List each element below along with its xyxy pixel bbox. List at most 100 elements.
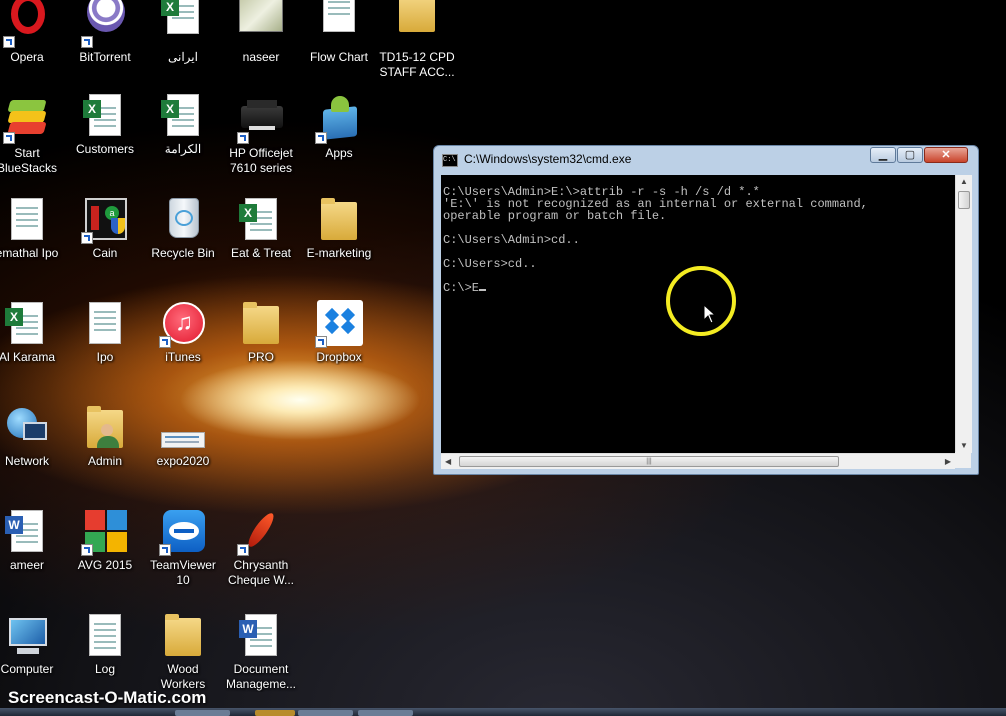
icon-label: Flow Chart: [309, 50, 368, 64]
desktop-icon-hp-officejet[interactable]: HP Officejet 7610 series: [222, 96, 300, 176]
desktop-background: Opera Start BlueStacks emathal Ipo X Al …: [0, 0, 1006, 716]
desktop-icon-eat-treat[interactable]: X Eat & Treat: [222, 196, 300, 261]
desktop-icon-admin[interactable]: Admin: [66, 404, 144, 469]
text-cursor: [479, 289, 487, 291]
document-icon: [3, 196, 51, 244]
scroll-right-arrow-icon[interactable]: ▶: [945, 457, 951, 467]
icon-label: emathal Ipo: [0, 246, 59, 260]
taskbar-item[interactable]: [175, 710, 230, 716]
icon-label: Apps: [325, 146, 353, 160]
close-button[interactable]: ✕: [924, 147, 968, 163]
click-highlight-ring: [666, 266, 736, 336]
desktop-icon-expo2020[interactable]: expo2020: [144, 404, 222, 469]
desktop-icon-irani[interactable]: X ايرانی: [144, 0, 222, 65]
opera-icon: [3, 0, 51, 48]
desktop-icon-cain[interactable]: a Cain: [66, 196, 144, 261]
desktop-icon-avg[interactable]: AVG 2015: [66, 508, 144, 573]
icon-label: Cain: [92, 246, 118, 260]
cmd-titlebar[interactable]: C:\ C:\Windows\system32\cmd.exe ▁ ▢ ✕: [434, 146, 978, 172]
teamviewer-icon: [159, 508, 207, 556]
icon-label: Ipo: [96, 350, 114, 364]
icon-label: TD15-12 CPD STAFF ACC...: [379, 50, 455, 79]
word-file-icon: W: [3, 508, 51, 556]
document-icon: [81, 300, 129, 348]
icon-label: Admin: [87, 454, 122, 468]
folder-icon: [237, 300, 285, 348]
scroll-down-arrow-icon[interactable]: ▼: [960, 441, 968, 451]
taskbar-item[interactable]: [358, 710, 413, 716]
desktop-icon-alkarama[interactable]: X الكرامة: [144, 92, 222, 157]
scroll-up-arrow-icon[interactable]: ▲: [960, 177, 968, 187]
vertical-scrollbar[interactable]: ▲ ▼: [955, 175, 972, 453]
excel-file-icon: X: [3, 300, 51, 348]
icon-label: Opera: [10, 50, 44, 64]
icon-label: Dropbox: [316, 350, 362, 364]
console-line: C:\Users\Admin>cd..: [443, 233, 580, 247]
window-title: C:\Windows\system32\cmd.exe: [464, 152, 632, 166]
desktop-icon-flow-chart[interactable]: Flow Chart: [300, 0, 378, 65]
scroll-left-arrow-icon[interactable]: ◀: [445, 457, 451, 467]
itunes-icon: ♫: [159, 300, 207, 348]
resize-grip[interactable]: [955, 452, 971, 468]
desktop-icon-bluestacks[interactable]: Start BlueStacks: [0, 96, 66, 176]
icon-label: iTunes: [165, 350, 201, 364]
image-file-icon: [237, 0, 285, 48]
icon-label: Eat & Treat: [230, 246, 292, 260]
vertical-scroll-thumb[interactable]: [958, 191, 970, 209]
desktop-icon-dropbox[interactable]: Dropbox: [300, 300, 378, 365]
desktop-icon-opera[interactable]: Opera: [0, 0, 66, 65]
desktop-icon-naseer[interactable]: naseer: [222, 0, 300, 65]
computer-icon: [3, 612, 51, 660]
icon-label: naseer: [242, 50, 280, 64]
user-folder-icon: [81, 404, 129, 452]
horizontal-scrollbar[interactable]: ◀ ||| ▶: [441, 453, 955, 469]
icon-label: Computer: [0, 662, 54, 676]
desktop-icon-al-karama[interactable]: X Al Karama: [0, 300, 66, 365]
desktop-icon-chrysanth[interactable]: Chrysanth Cheque W...: [222, 508, 300, 588]
printer-icon: [237, 96, 285, 144]
desktop-icon-customers[interactable]: X Customers: [66, 92, 144, 157]
folder-icon: [315, 196, 363, 244]
bluestacks-icon: [3, 96, 51, 144]
folder-icon: [393, 0, 441, 48]
dropbox-icon: [315, 300, 363, 348]
desktop-icon-ipo[interactable]: Ipo: [66, 300, 144, 365]
desktop-icon-itunes[interactable]: ♫ iTunes: [144, 300, 222, 365]
desktop-icon-recycle-bin[interactable]: Recycle Bin: [144, 196, 222, 261]
network-icon: [3, 404, 51, 452]
desktop-icon-emathal-ipo[interactable]: emathal Ipo: [0, 196, 66, 261]
icon-label: ايرانی: [168, 50, 198, 64]
icon-label: expo2020: [156, 454, 210, 468]
taskbar-item[interactable]: [298, 710, 353, 716]
desktop-icon-teamviewer[interactable]: TeamViewer 10: [144, 508, 222, 588]
minimize-button[interactable]: ▁: [870, 147, 896, 163]
icon-label: AVG 2015: [77, 558, 133, 572]
recording-watermark: Screencast-O-Matic.com: [8, 688, 207, 707]
excel-file-icon: X: [159, 0, 207, 48]
desktop-icon-pro[interactable]: PRO: [222, 300, 300, 365]
icon-label: ameer: [9, 558, 44, 572]
desktop-icon-computer[interactable]: Computer: [0, 612, 66, 677]
desktop-icon-td15-12[interactable]: TD15-12 CPD STAFF ACC...: [378, 0, 456, 80]
image-file-icon: [159, 404, 207, 452]
text-file-icon: [81, 612, 129, 660]
desktop-icon-network[interactable]: Network: [0, 404, 66, 469]
recycle-bin-icon: [159, 196, 207, 244]
folder-icon: [159, 612, 207, 660]
desktop-icon-document-management[interactable]: W Document Manageme...: [222, 612, 300, 692]
desktop-icon-e-marketing[interactable]: E-marketing: [300, 196, 378, 261]
desktop-icon-log[interactable]: Log: [66, 612, 144, 677]
icon-label: الكرامة: [164, 142, 202, 156]
desktop-icon-bittorrent[interactable]: BitTorrent: [66, 0, 144, 65]
horizontal-scroll-thumb[interactable]: |||: [459, 456, 839, 467]
desktop-icon-apps[interactable]: Apps: [300, 96, 378, 161]
console-line: operable program or batch file.: [443, 209, 667, 223]
taskbar-item[interactable]: [255, 710, 295, 716]
bittorrent-icon: [81, 0, 129, 48]
taskbar[interactable]: [0, 708, 1006, 716]
maximize-button[interactable]: ▢: [897, 147, 923, 163]
desktop-icon-wood-workers[interactable]: Wood Workers: [144, 612, 222, 692]
desktop-icon-ameer[interactable]: W ameer: [0, 508, 66, 573]
icon-label: Recycle Bin: [151, 246, 215, 260]
icon-label: BitTorrent: [79, 50, 131, 64]
